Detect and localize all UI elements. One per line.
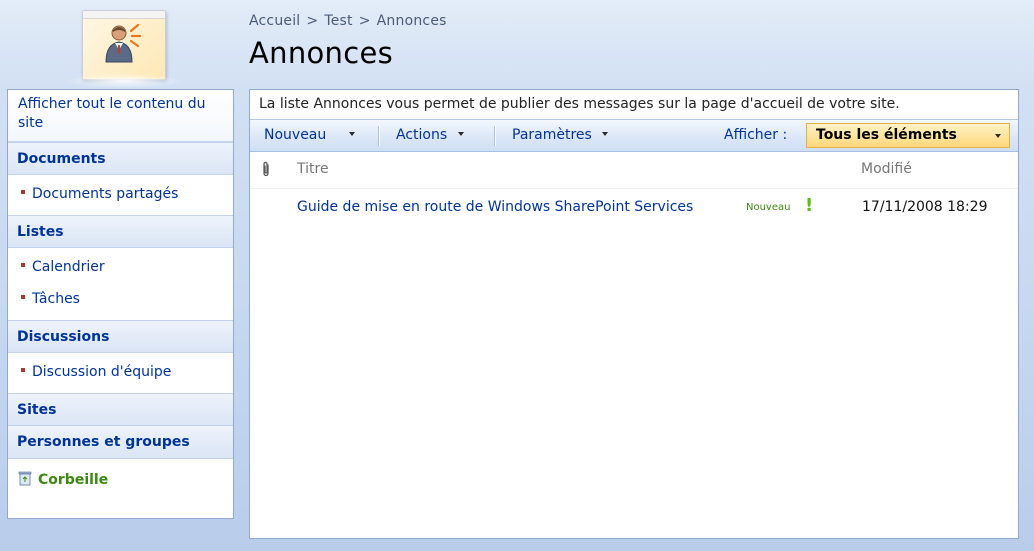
announcement-modified-date: 17/11/2008 18:29: [862, 199, 988, 215]
column-header-modified[interactable]: Modifié: [861, 161, 912, 177]
site-logo[interactable]: [66, 6, 182, 88]
list-column-headers: Titre Modifié: [250, 152, 1018, 189]
breadcrumb-home[interactable]: Accueil: [249, 13, 300, 29]
breadcrumb-current[interactable]: Annonces: [377, 13, 447, 29]
announcement-title-link[interactable]: Guide de mise en route de Windows ShareP…: [297, 199, 693, 215]
recycle-bin-label: Corbeille: [38, 472, 109, 488]
view-selector-value: Tous les éléments: [816, 127, 957, 143]
actions-menu-label: Actions: [396, 127, 448, 143]
recycle-bin-icon: [18, 471, 32, 485]
list-toolbar: Nouveau Actions Paramètres Afficher : To…: [250, 119, 1018, 152]
nav-section-lists-items: Calendrier Tâches: [8, 248, 233, 320]
bullet-icon: [21, 368, 25, 372]
breadcrumb: Accueil > Test > Annonces: [249, 13, 447, 29]
nav-item-label: Discussion d'équipe: [32, 364, 172, 380]
nav-item-label: Calendrier: [32, 259, 105, 275]
breadcrumb-site[interactable]: Test: [324, 13, 352, 29]
settings-menu-label: Paramètres: [512, 127, 592, 143]
nav-section-people-and-groups[interactable]: Personnes et groupes: [8, 426, 233, 459]
actions-menu-button[interactable]: Actions: [396, 120, 464, 151]
site-logo-person-icon: [105, 23, 142, 63]
bullet-icon: [21, 295, 25, 299]
new-item-exclamation-icon: !: [805, 195, 814, 216]
nav-item-label: Tâches: [32, 291, 80, 307]
page-title: Annonces: [249, 36, 394, 70]
dropdown-arrow-icon: [349, 132, 356, 136]
table-row: Guide de mise en route de Windows ShareP…: [250, 189, 1018, 221]
view-all-site-content: Afficher tout le contenu du site: [8, 90, 233, 142]
breadcrumb-separator: >: [358, 13, 371, 29]
new-menu-button[interactable]: Nouveau: [264, 120, 356, 151]
nav-section-sites[interactable]: Sites: [8, 393, 233, 426]
quick-launch: Afficher tout le contenu du site Documen…: [7, 89, 234, 519]
bullet-icon: [21, 263, 25, 267]
recycle-bin-link[interactable]: Corbeille: [8, 459, 233, 501]
new-menu-label: Nouveau: [264, 127, 327, 143]
toolbar-separator: [378, 126, 380, 146]
view-all-site-content-link[interactable]: Afficher tout le contenu du site: [18, 96, 206, 131]
nav-section-documents[interactable]: Documents: [8, 142, 233, 175]
main-content: La liste Annonces vous permet de publier…: [249, 89, 1019, 539]
list-description: La liste Annonces vous permet de publier…: [259, 96, 900, 112]
dropdown-arrow-icon: [457, 132, 464, 136]
dropdown-arrow-icon: [602, 132, 609, 136]
nav-item-tasks[interactable]: Tâches: [8, 284, 233, 316]
nav-item-calendar[interactable]: Calendrier: [8, 252, 233, 284]
settings-menu-button[interactable]: Paramètres: [512, 120, 609, 151]
breadcrumb-separator: >: [306, 13, 319, 29]
nav-item-team-discussion[interactable]: Discussion d'équipe: [8, 357, 233, 389]
paperclip-icon[interactable]: [261, 161, 271, 177]
nav-section-lists[interactable]: Listes: [8, 215, 233, 248]
nav-section-discussions[interactable]: Discussions: [8, 320, 233, 353]
view-selector-label: Afficher :: [724, 127, 788, 143]
column-header-title[interactable]: Titre: [297, 161, 329, 177]
bullet-icon: [21, 190, 25, 194]
nav-section-documents-items: Documents partagés: [8, 175, 233, 215]
nav-item-label: Documents partagés: [32, 186, 179, 202]
dropdown-arrow-icon: [995, 134, 1001, 138]
view-selector-dropdown[interactable]: Tous les éléments: [806, 123, 1010, 148]
toolbar-separator: [494, 126, 496, 146]
nav-section-discussions-items: Discussion d'équipe: [8, 353, 233, 393]
nav-item-shared-documents[interactable]: Documents partagés: [8, 179, 233, 211]
site-logo-shadow: [66, 74, 182, 88]
new-item-badge: Nouveau: [746, 202, 791, 213]
